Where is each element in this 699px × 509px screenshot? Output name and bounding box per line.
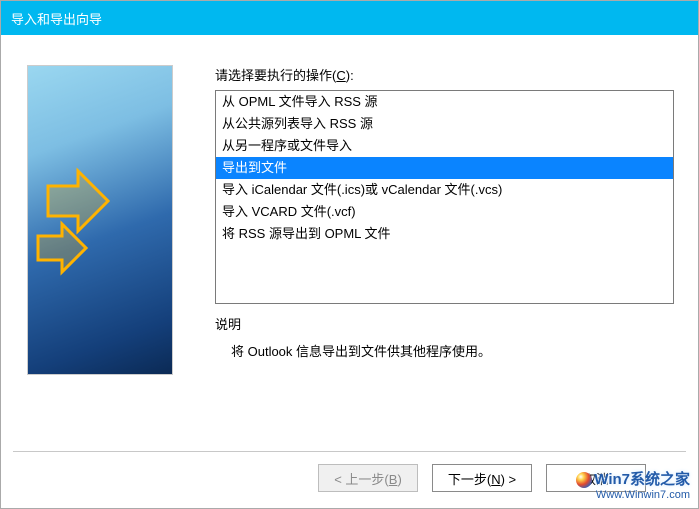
title-bar: 导入和导出向导 bbox=[1, 1, 698, 35]
wizard-window: 导入和导出向导 请选择要执行的操作(C): 从 OPML 文件导入 RSS 源从… bbox=[0, 0, 699, 509]
list-item[interactable]: 从另一程序或文件导入 bbox=[216, 135, 673, 157]
next-prefix: 下一步( bbox=[448, 472, 491, 487]
back-button: < 上一步(B) bbox=[318, 464, 418, 492]
next-button[interactable]: 下一步(N) > bbox=[432, 464, 532, 492]
footer-separator bbox=[13, 451, 686, 452]
prompt-label: 请选择要执行的操作(C): bbox=[215, 65, 674, 84]
list-item[interactable]: 从 OPML 文件导入 RSS 源 bbox=[216, 91, 673, 113]
button-row: < 上一步(B) 下一步(N) > 取消 bbox=[1, 464, 698, 508]
cancel-button[interactable]: 取消 bbox=[546, 464, 646, 492]
list-item[interactable]: 导入 iCalendar 文件(.ics)或 vCalendar 文件(.vcs… bbox=[216, 179, 673, 201]
next-accel: N bbox=[491, 472, 500, 487]
list-item[interactable]: 导出到文件 bbox=[216, 157, 673, 179]
window-body: 请选择要执行的操作(C): 从 OPML 文件导入 RSS 源从公共源列表导入 … bbox=[1, 35, 698, 508]
next-suffix: ) > bbox=[501, 472, 517, 487]
prompt-suffix: ): bbox=[346, 68, 354, 83]
wizard-sidebar-image bbox=[27, 65, 173, 375]
list-item[interactable]: 导入 VCARD 文件(.vcf) bbox=[216, 201, 673, 223]
description-text: 将 Outlook 信息导出到文件供其他程序使用。 bbox=[215, 333, 674, 360]
prompt-accel: C bbox=[336, 68, 345, 83]
action-listbox[interactable]: 从 OPML 文件导入 RSS 源从公共源列表导入 RSS 源从另一程序或文件导… bbox=[215, 90, 674, 304]
window-title: 导入和导出向导 bbox=[11, 9, 102, 28]
arrow-decoration-icon bbox=[28, 66, 172, 374]
footer: < 上一步(B) 下一步(N) > 取消 bbox=[1, 451, 698, 508]
back-prefix: < 上一步( bbox=[334, 472, 389, 487]
main-content: 请选择要执行的操作(C): 从 OPML 文件导入 RSS 源从公共源列表导入 … bbox=[215, 65, 674, 360]
description-label: 说明 bbox=[215, 314, 674, 333]
prompt-prefix: 请选择要执行的操作( bbox=[215, 68, 336, 83]
list-item[interactable]: 将 RSS 源导出到 OPML 文件 bbox=[216, 223, 673, 245]
list-item[interactable]: 从公共源列表导入 RSS 源 bbox=[216, 113, 673, 135]
back-suffix: ) bbox=[397, 472, 401, 487]
